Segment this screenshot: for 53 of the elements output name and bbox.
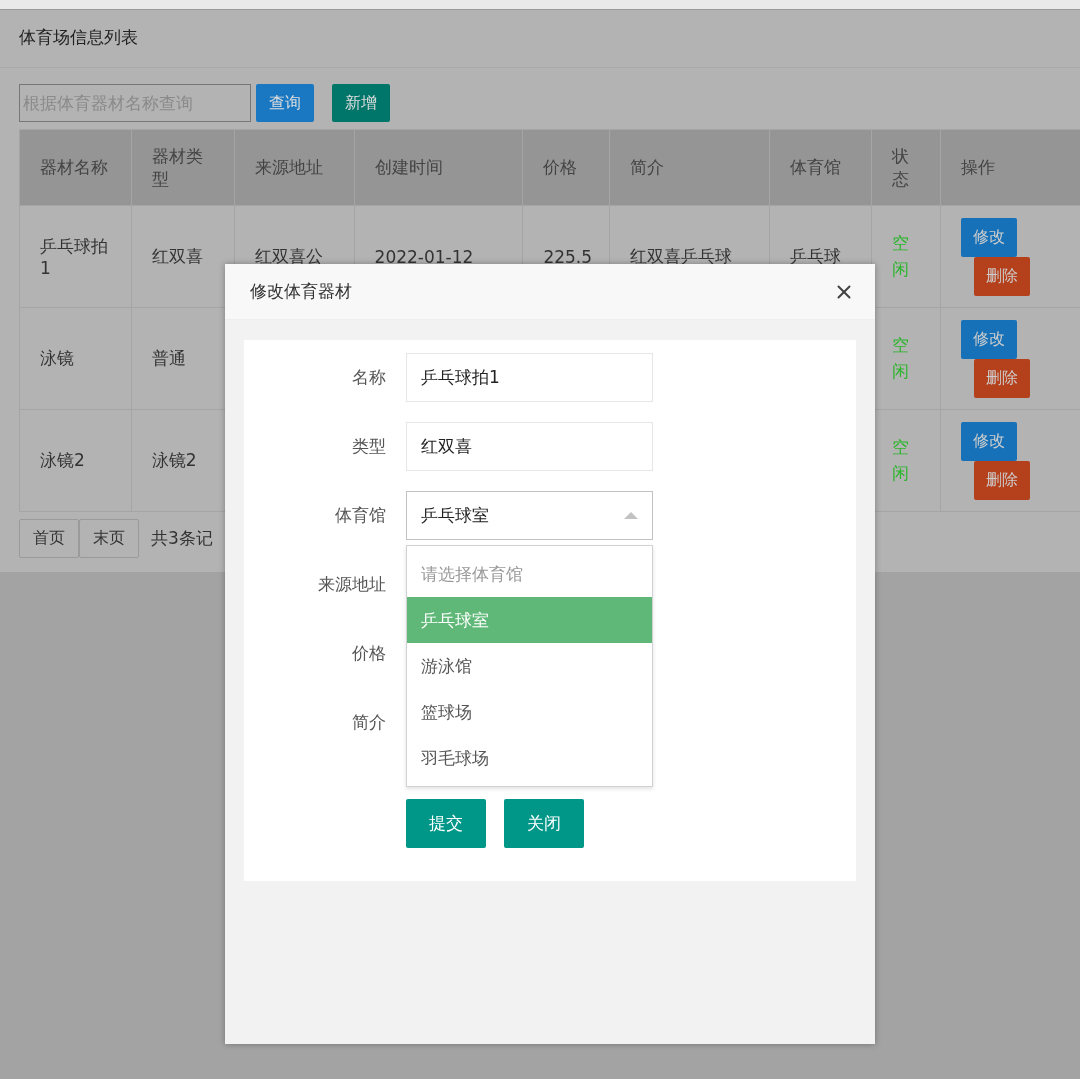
status-text: 空闲	[892, 436, 910, 485]
delete-button[interactable]: 删除	[974, 358, 1031, 398]
edit-button[interactable]: 修改	[961, 421, 1018, 461]
table-cell: 泳镜2	[151, 450, 197, 470]
table-cell: 红双喜公	[254, 246, 323, 266]
column-header: 创建时间	[354, 129, 523, 206]
column-header: 状态	[871, 129, 941, 206]
column-header: 价格	[522, 129, 610, 206]
submit-button[interactable]: 提交	[406, 799, 486, 848]
table-cell: 泳镜2	[40, 450, 85, 470]
dropdown-option[interactable]: 篮球场	[407, 689, 652, 735]
text-field[interactable]: 乒乓球拍1	[406, 353, 653, 402]
edit-button[interactable]: 修改	[961, 319, 1018, 359]
table-cell: 乒乓球拍1	[40, 236, 108, 278]
table-cell: 2022-01-12	[374, 246, 474, 267]
dropdown-option[interactable]: 请选择体育馆	[407, 551, 652, 597]
venue-select[interactable]: 乒乓球室	[406, 491, 653, 540]
delete-button[interactable]: 删除	[974, 256, 1031, 296]
page-title: 体育场信息列表	[0, 10, 1080, 68]
column-header: 操作	[940, 129, 1080, 206]
page-button[interactable]: 末页	[79, 519, 139, 558]
status-text: 空闲	[892, 334, 910, 383]
field-label: 体育馆	[334, 504, 386, 527]
add-button[interactable]: 新增	[332, 84, 390, 122]
text-field[interactable]: 红双喜	[406, 422, 653, 471]
table-cell: 225.5	[543, 246, 593, 267]
field-label: 简介	[351, 711, 386, 734]
record-count: 共3条记	[151, 527, 213, 550]
edit-button[interactable]: 修改	[961, 217, 1018, 257]
table-cell: 普通	[151, 348, 186, 368]
field-label: 名称	[351, 366, 386, 389]
column-header: 器材名称	[19, 129, 132, 206]
delete-button[interactable]: 删除	[974, 460, 1031, 500]
dropdown-option[interactable]: 乒乓球室	[407, 597, 652, 643]
field-label: 类型	[351, 435, 386, 458]
dropdown-option[interactable]: 游泳馆	[407, 643, 652, 689]
table-cell: 乒乓球	[790, 246, 842, 266]
dropdown-option[interactable]: 羽毛球场	[407, 735, 652, 781]
column-header: 来源地址	[234, 129, 355, 206]
query-button[interactable]: 查询	[256, 84, 314, 122]
page-button[interactable]: 首页	[19, 519, 79, 558]
caret-icon	[624, 512, 638, 519]
field-label: 来源地址	[317, 573, 386, 596]
status-text: 空闲	[892, 232, 910, 281]
table-cell: 红双喜	[151, 246, 203, 266]
dialog-title: 修改体育器材	[250, 280, 352, 303]
field-label: 价格	[351, 642, 386, 665]
column-header: 简介	[609, 129, 770, 206]
column-header: 器材类型	[131, 129, 235, 206]
table-cell: 泳镜	[40, 348, 74, 368]
column-header: 体育馆	[770, 129, 872, 206]
close-dialog-button[interactable]: 关闭	[504, 799, 584, 848]
table-cell: 红双喜乒乓球	[629, 246, 732, 266]
